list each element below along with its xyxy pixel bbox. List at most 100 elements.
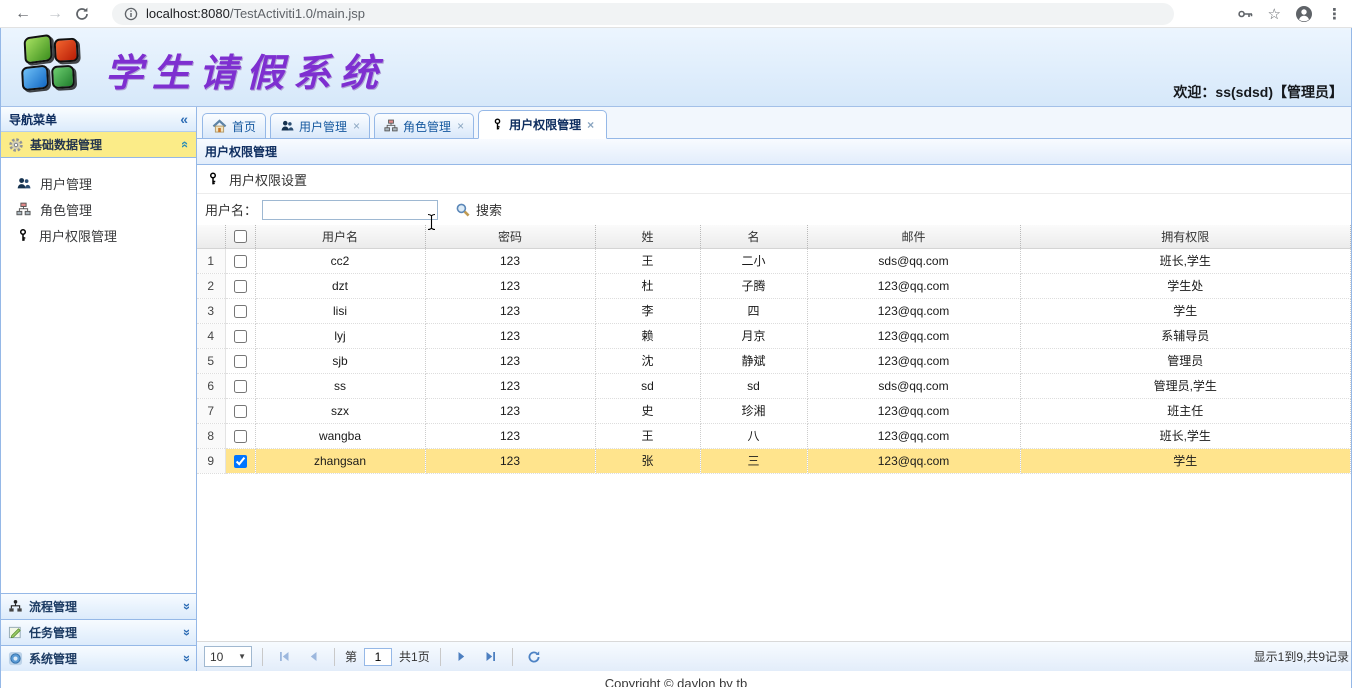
accordion-system-mgmt[interactable]: 系统管理 «: [1, 645, 196, 671]
grid-cell: 123: [425, 248, 595, 273]
close-icon[interactable]: ×: [457, 119, 464, 133]
grid-cell: 赖: [595, 323, 700, 348]
chevron-double-down-icon[interactable]: «: [178, 655, 193, 662]
search-button[interactable]: 搜索: [455, 200, 502, 219]
row-checkbox[interactable]: [234, 255, 247, 268]
grid-cell: lyj: [255, 323, 425, 348]
grid-cell: 珍湘: [700, 398, 807, 423]
username-input[interactable]: [262, 200, 438, 220]
column-header[interactable]: 用户名: [255, 225, 425, 248]
tab-bar: 首页 用户管理 × 角色管理 ×: [197, 107, 1351, 139]
chevron-double-down-icon[interactable]: «: [178, 603, 193, 610]
column-header[interactable]: 密码: [425, 225, 595, 248]
page-size-select[interactable]: 10 ▼: [204, 646, 252, 667]
column-header[interactable]: 邮件: [807, 225, 1020, 248]
sidebar-item-role-mgmt[interactable]: 角色管理: [1, 196, 196, 222]
row-checkbox[interactable]: [234, 280, 247, 293]
grid-cell: 张: [595, 448, 700, 473]
sidebar-item-user-permission[interactable]: 用户权限管理: [1, 222, 196, 248]
accordion-task-mgmt[interactable]: 任务管理 «: [1, 619, 196, 645]
grid-cell: sjb: [255, 348, 425, 373]
tab-user-permission[interactable]: 用户权限管理 ×: [478, 110, 607, 139]
next-page-button[interactable]: [451, 646, 473, 668]
sidebar-collapse-icon[interactable]: «: [180, 111, 188, 127]
table-row[interactable]: 2dzt123杜子腾123@qq.com学生处: [197, 273, 1351, 298]
row-checkbox-cell: [225, 273, 255, 298]
sidebar-item-user-mgmt[interactable]: 用户管理: [1, 170, 196, 196]
refresh-icon[interactable]: [523, 646, 545, 668]
prev-page-button[interactable]: [302, 646, 324, 668]
table-row[interactable]: 1cc2123王二小sds@qq.com班长,学生: [197, 248, 1351, 273]
column-header[interactable]: 拥有权限: [1020, 225, 1351, 248]
table-row[interactable]: 8wangba123王八123@qq.com班长,学生: [197, 423, 1351, 448]
row-checkbox[interactable]: [234, 355, 247, 368]
row-checkbox-cell: [225, 448, 255, 473]
chevron-down-icon: ▼: [238, 652, 246, 661]
menu-dots-icon[interactable]: ⋮: [1327, 5, 1342, 23]
table-row[interactable]: 6ss123sdsdsds@qq.com管理员,学生: [197, 373, 1351, 398]
grid-cell: 123: [425, 373, 595, 398]
column-header[interactable]: 姓: [595, 225, 700, 248]
table-row[interactable]: 3lisi123李四123@qq.com学生: [197, 298, 1351, 323]
tab-home[interactable]: 首页: [202, 113, 266, 138]
accordion-label: 系统管理: [29, 650, 77, 667]
grid-cell: 123: [425, 298, 595, 323]
grid-cell: 八: [700, 423, 807, 448]
row-checkbox[interactable]: [234, 430, 247, 443]
select-all-header[interactable]: [225, 225, 255, 248]
grid-cell: 123: [425, 398, 595, 423]
grid-cell: sds@qq.com: [807, 248, 1020, 273]
last-page-button[interactable]: [480, 646, 502, 668]
row-checkbox[interactable]: [234, 380, 247, 393]
accordion-process-mgmt[interactable]: 流程管理 «: [1, 593, 196, 619]
table-row[interactable]: 9zhangsan123张三123@qq.com学生: [197, 448, 1351, 473]
column-header[interactable]: 名: [700, 225, 807, 248]
grid-cell: 史: [595, 398, 700, 423]
reload-icon[interactable]: [74, 6, 100, 22]
close-icon[interactable]: ×: [353, 119, 360, 133]
row-checkbox[interactable]: [234, 330, 247, 343]
profile-avatar-icon[interactable]: [1295, 5, 1313, 23]
chevron-double-up-icon[interactable]: «: [178, 141, 193, 148]
grid-cell: szx: [255, 398, 425, 423]
accordion-basic-data[interactable]: 基础数据管理 «: [1, 132, 196, 158]
permission-tool-label[interactable]: 用户权限设置: [229, 170, 307, 189]
sidebar-menu: 用户管理 角色管理 用户权限管理: [1, 158, 196, 248]
address-bar[interactable]: localhost:8080/TestActiviti1.0/main.jsp: [112, 3, 1174, 25]
grid-cell: 123@qq.com: [807, 298, 1020, 323]
info-icon[interactable]: [124, 7, 138, 21]
row-number-cell: 4: [197, 323, 225, 348]
close-icon[interactable]: ×: [587, 118, 594, 132]
select-all-checkbox[interactable]: [234, 230, 247, 243]
table-row[interactable]: 4lyj123赖月京123@qq.com系辅导员: [197, 323, 1351, 348]
password-key-icon[interactable]: [1237, 7, 1254, 21]
row-checkbox-cell: [225, 423, 255, 448]
grid-cell: 王: [595, 423, 700, 448]
pagination-bar: 10 ▼ 第 共1页: [197, 641, 1351, 671]
row-number-cell: 1: [197, 248, 225, 273]
grid-cell: 123@qq.com: [807, 348, 1020, 373]
tab-role-mgmt[interactable]: 角色管理 ×: [374, 113, 474, 138]
row-checkbox[interactable]: [234, 405, 247, 418]
chevron-double-down-icon[interactable]: «: [178, 629, 193, 636]
grid-cell: 二小: [700, 248, 807, 273]
grid-cell: 班主任: [1020, 398, 1351, 423]
row-checkbox-cell: [225, 323, 255, 348]
grid-cell: 学生处: [1020, 273, 1351, 298]
first-page-button[interactable]: [273, 646, 295, 668]
grid-cell: 四: [700, 298, 807, 323]
panel-title: 用户权限管理: [197, 139, 1351, 165]
grid-cell: 三: [700, 448, 807, 473]
table-row[interactable]: 7szx123史珍湘123@qq.com班主任: [197, 398, 1351, 423]
url-text: localhost:8080/TestActiviti1.0/main.jsp: [146, 6, 365, 21]
forward-icon[interactable]: →: [42, 1, 68, 27]
tab-user-mgmt[interactable]: 用户管理 ×: [270, 113, 370, 138]
grid-cell: 123@qq.com: [807, 448, 1020, 473]
table-row[interactable]: 5sjb123沈静斌123@qq.com管理员: [197, 348, 1351, 373]
row-checkbox[interactable]: [234, 455, 247, 468]
back-icon[interactable]: ←: [10, 1, 36, 27]
bookmark-star-icon[interactable]: ☆: [1268, 5, 1281, 23]
page-number-input[interactable]: [364, 648, 392, 666]
user-permission-table: 用户名密码姓名邮件拥有权限 1cc2123王二小sds@qq.com班长,学生2…: [197, 225, 1351, 474]
row-checkbox[interactable]: [234, 305, 247, 318]
